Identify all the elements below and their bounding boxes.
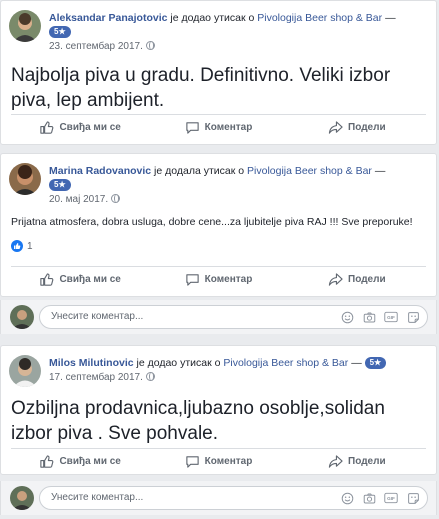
- comment-placeholder: Унесите коментар...: [51, 492, 144, 503]
- page-link[interactable]: Pivologija Beer shop & Bar: [257, 12, 382, 24]
- timestamp[interactable]: 17. септембар 2017.: [49, 372, 143, 383]
- like-button[interactable]: Свиђа ми се: [11, 267, 149, 292]
- reaction-count: 1: [27, 240, 33, 252]
- page-link[interactable]: Pivologija Beer shop & Bar: [247, 165, 372, 177]
- review-header: Marina Radovanovic је додала утисак о Pi…: [9, 163, 428, 207]
- comment-button[interactable]: Коментар: [149, 449, 287, 474]
- comment-placeholder: Унесите коментар...: [51, 311, 144, 322]
- comment-icon: [185, 274, 199, 286]
- share-icon: [328, 121, 343, 134]
- share-icon: [328, 455, 343, 468]
- review-card: Marina Radovanovic је додала утисак о Pi…: [0, 153, 437, 297]
- comment-icon: [185, 122, 199, 134]
- avatar[interactable]: [9, 355, 41, 387]
- rating-badge: 5★: [364, 357, 387, 369]
- comment-icon: [185, 456, 199, 468]
- avatar[interactable]: [9, 163, 41, 195]
- comment-input[interactable]: Унесите коментар... GIF: [39, 486, 428, 510]
- review-text: Ozbiljna prodavnica,ljubazno osoblje,sol…: [11, 398, 385, 444]
- dash: —: [351, 357, 362, 369]
- comment-button[interactable]: Коментар: [149, 115, 287, 140]
- sticker-icon[interactable]: [405, 309, 421, 325]
- globe-icon: [145, 372, 155, 381]
- review-text: Najbolja piva u gradu. Definitivno. Veli…: [11, 65, 391, 111]
- svg-text:GIF: GIF: [387, 496, 395, 501]
- comment-tools: GIF: [339, 490, 421, 506]
- avatar[interactable]: [10, 486, 34, 510]
- like-label: Свиђа ми се: [59, 274, 121, 285]
- timestamp[interactable]: 23. септембар 2017.: [49, 41, 143, 52]
- avatar[interactable]: [10, 305, 34, 329]
- avatar[interactable]: [9, 10, 41, 42]
- review-header-text: Marina Radovanovic је додала утисак о Pi…: [49, 164, 428, 207]
- share-label: Подели: [348, 274, 386, 285]
- author-name[interactable]: Milos Milutinovic: [49, 357, 134, 369]
- thumbs-up-icon: [40, 455, 54, 468]
- action-bar: Свиђа ми се Коментар Подели: [11, 114, 426, 140]
- camera-icon[interactable]: [361, 309, 377, 325]
- comment-input[interactable]: Унесите коментар... GIF: [39, 305, 428, 329]
- svg-text:GIF: GIF: [387, 315, 395, 320]
- review-header: Aleksandar Panajotovic је додао утисак о…: [9, 10, 428, 54]
- review-card: Milos Milutinovic је додао утисак о Pivo…: [0, 345, 437, 475]
- review-header-text: Aleksandar Panajotovic је додао утисак о…: [49, 11, 428, 54]
- review-action: је додао утисак о: [136, 357, 221, 369]
- page-link[interactable]: Pivologija Beer shop & Bar: [223, 357, 348, 369]
- comment-label: Коментар: [204, 274, 253, 285]
- like-reaction-icon: [11, 240, 23, 252]
- thumbs-up-icon: [40, 273, 54, 286]
- review-text: Prijatna atmosfera, dobra usluga, dobre …: [11, 216, 413, 228]
- action-bar: Свиђа ми се Коментар Подели: [11, 448, 426, 474]
- globe-icon: [145, 41, 155, 50]
- sticker-icon[interactable]: [405, 490, 421, 506]
- camera-icon[interactable]: [361, 490, 377, 506]
- like-label: Свиђа ми се: [59, 456, 121, 467]
- share-icon: [328, 273, 343, 286]
- gif-icon[interactable]: GIF: [383, 490, 399, 506]
- rating-badge: 5★: [49, 26, 71, 38]
- like-button[interactable]: Свиђа ми се: [11, 449, 149, 474]
- comment-button[interactable]: Коментар: [149, 267, 287, 292]
- dash: —: [374, 165, 386, 177]
- action-bar: Свиђа ми се Коментар Подели: [11, 266, 426, 292]
- share-button[interactable]: Подели: [288, 449, 426, 474]
- review-header-text: Milos Milutinovic је додао утисак о Pivo…: [49, 356, 428, 385]
- review-action: је додала утисак о: [154, 165, 245, 177]
- comment-tools: GIF: [339, 309, 421, 325]
- comment-label: Коментар: [204, 456, 253, 467]
- reaction-summary[interactable]: 1: [11, 240, 33, 252]
- comment-composer: Унесите коментар... GIF: [0, 481, 437, 515]
- globe-icon: [111, 194, 121, 203]
- share-button[interactable]: Подели: [288, 267, 426, 292]
- emoji-icon[interactable]: [339, 309, 355, 325]
- comment-label: Коментар: [204, 122, 253, 133]
- gif-icon[interactable]: GIF: [383, 309, 399, 325]
- review-header: Milos Milutinovic је додао утисак о Pivo…: [9, 355, 428, 399]
- author-name[interactable]: Marina Radovanovic: [49, 165, 151, 177]
- review-card: Aleksandar Panajotovic је додао утисак о…: [0, 0, 437, 145]
- timestamp[interactable]: 20. мај 2017.: [49, 194, 108, 205]
- comment-composer: Унесите коментар... GIF: [0, 300, 437, 334]
- author-name[interactable]: Aleksandar Panajotovic: [49, 12, 167, 24]
- rating-badge: 5★: [49, 179, 71, 191]
- share-label: Подели: [348, 122, 386, 133]
- thumbs-up-icon: [40, 121, 54, 134]
- review-action: је додао утисак о: [170, 12, 255, 24]
- emoji-icon[interactable]: [339, 490, 355, 506]
- share-label: Подели: [348, 456, 386, 467]
- like-button[interactable]: Свиђа ми се: [11, 115, 149, 140]
- like-label: Свиђа ми се: [59, 122, 121, 133]
- dash: —: [385, 12, 396, 24]
- share-button[interactable]: Подели: [288, 115, 426, 140]
